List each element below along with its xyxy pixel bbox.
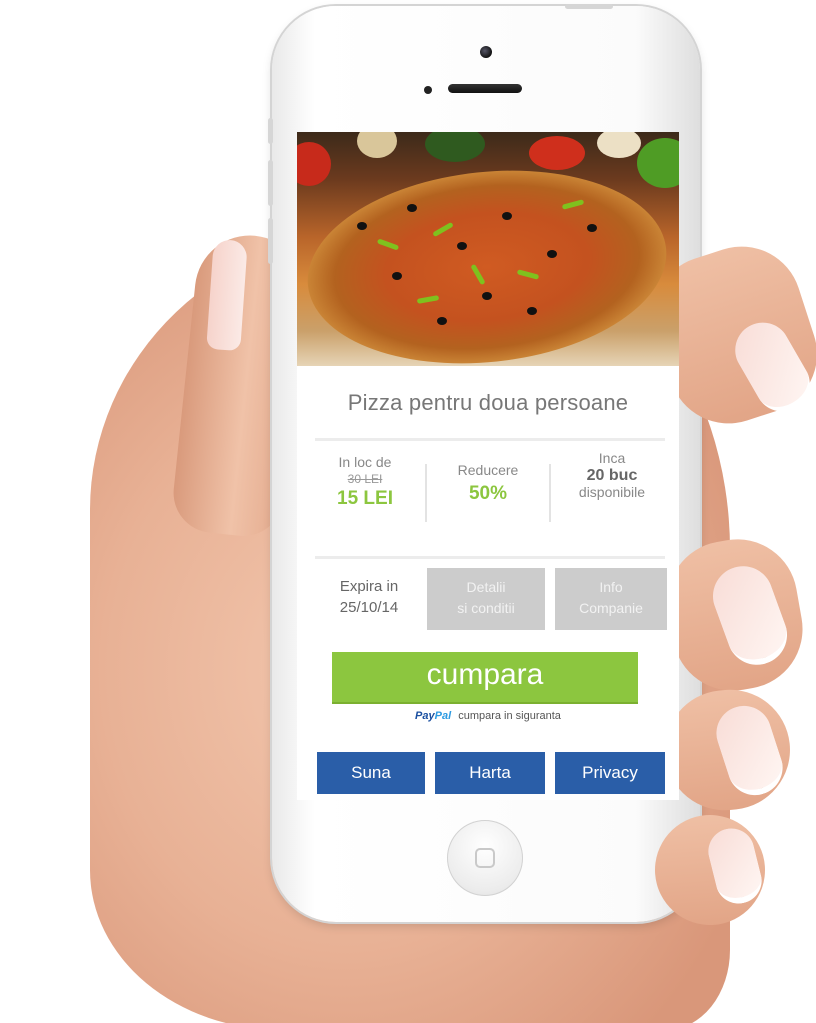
mute-switch [268,118,273,144]
front-camera-icon [480,46,492,58]
new-price: 15 LEI [337,488,393,509]
mushroom-image [597,132,641,158]
divider [315,556,665,559]
call-button[interactable]: Suna [317,752,425,794]
company-label-line2: Companie [579,600,643,616]
stock-stat: Inca 20 buc disponibile [559,450,665,501]
volume-up-button [268,160,273,206]
terms-button[interactable]: Detalii si conditii [427,568,545,630]
pepper-image [637,138,679,188]
mushroom-image [357,132,397,158]
stat-separator [425,464,427,522]
stock-label-top: Inca [598,450,626,466]
map-button[interactable]: Harta [435,752,545,794]
privacy-button[interactable]: Privacy [555,752,665,794]
product-title: Pizza pentru doua persoane [347,390,629,415]
deal-stats: In loc de 30 LEI 15 LEI Reducere 50% Inc… [315,446,665,556]
divider [315,438,665,441]
terms-label-line1: Detalii [466,579,506,595]
paypal-logo-icon: PayPal [415,710,452,722]
proximity-sensor-icon [424,86,432,94]
product-image [297,132,679,366]
expiry-date: 25/10/14 [339,599,399,616]
buy-button[interactable]: cumpara [332,652,638,702]
discount-label: Reducere [457,462,519,478]
stat-separator [549,464,551,522]
volume-down-button [268,218,273,264]
terms-label-line2: si conditii [457,600,515,616]
company-info-button[interactable]: Info Companie [555,568,667,630]
company-label-line1: Info [599,579,623,595]
scene: Pizza pentru doua persoane In loc de 30 … [0,0,816,1023]
tomato-image [529,136,585,170]
pizza-image [298,153,676,366]
earpiece-speaker-icon [448,84,522,93]
app-screen: Pizza pentru doua persoane In loc de 30 … [297,132,679,800]
expiry-info: Expira in 25/10/14 [315,568,423,630]
discount-stat: Reducere 50% [435,462,541,505]
action-buttons: Suna Harta Privacy [317,752,665,794]
basil-image [425,132,485,162]
price-label: In loc de [338,454,392,470]
old-price: 30 LEI [347,472,383,486]
home-square-icon [475,848,495,868]
discount-value: 50% [468,483,508,504]
stock-count: 20 buc [586,467,638,484]
paypal-text: cumpara in siguranta [458,710,561,722]
stock-label-bottom: disponibile [578,484,646,500]
tomato-image [297,142,331,186]
expiry-label: Expira in [339,578,399,595]
details-row: Expira in 25/10/14 Detalii si conditii I… [315,568,667,630]
paypal-note: PayPal cumpara in siguranta [297,710,679,722]
price-stat: In loc de 30 LEI 15 LEI [315,454,415,510]
power-button [565,4,613,9]
